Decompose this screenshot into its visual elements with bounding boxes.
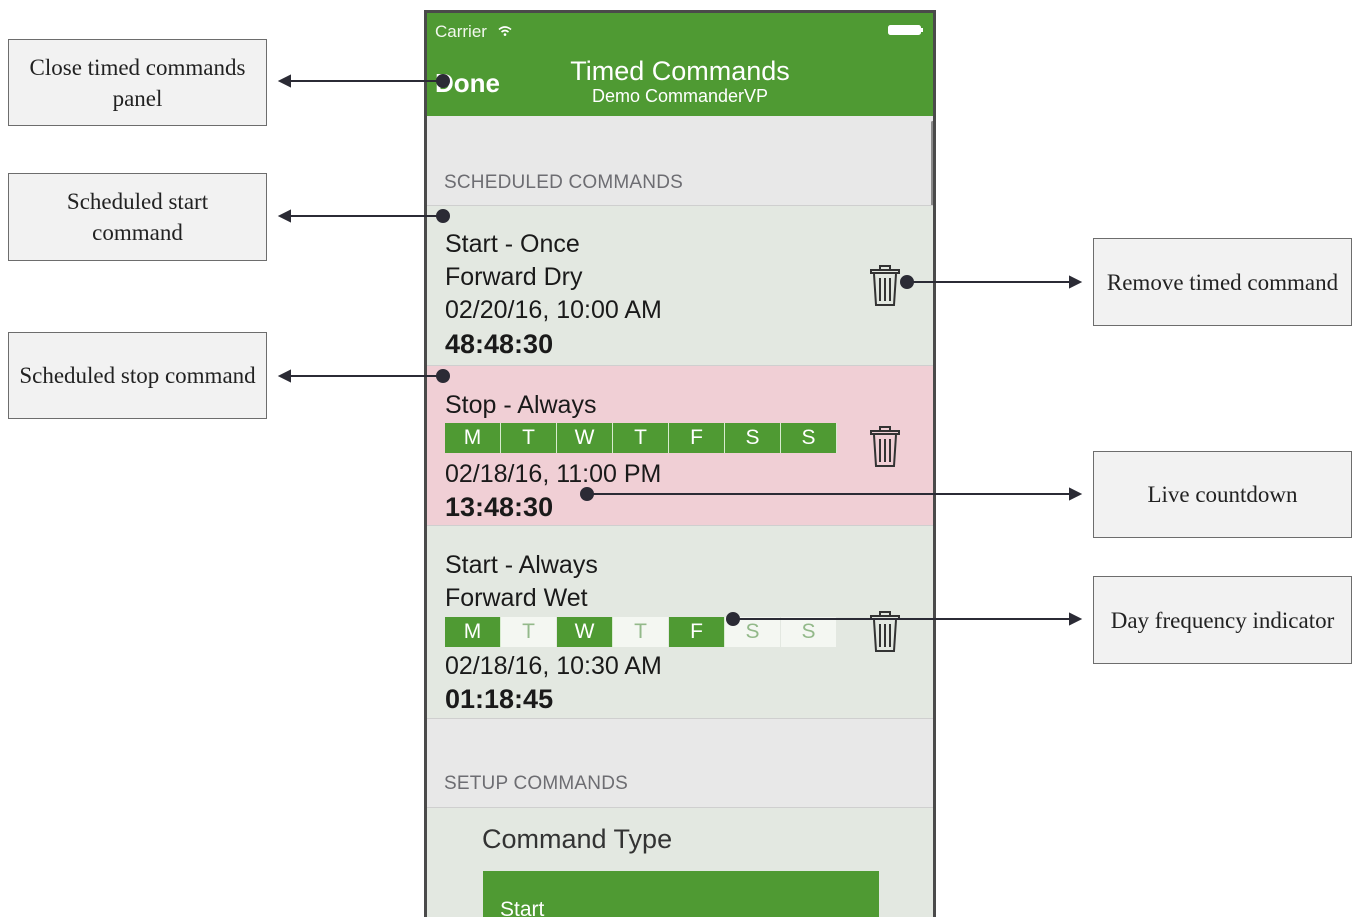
carrier-label: Carrier	[435, 22, 487, 41]
wifi-icon	[498, 26, 512, 36]
day-cell: F	[669, 617, 725, 647]
scheduled-command-row[interactable]: Start - Once Forward Dry 02/20/16, 10:00…	[427, 206, 933, 366]
status-bar: Carrier	[435, 22, 512, 42]
callout-remove-command: Remove timed command	[1093, 238, 1352, 326]
day-cell: M	[445, 423, 501, 453]
day-cell: M	[445, 617, 501, 647]
section-header-setup: SETUP COMMANDS	[444, 773, 629, 794]
callout-scheduled-start: Scheduled start command	[8, 173, 267, 261]
command-countdown: 01:18:45	[445, 684, 554, 714]
day-cell: S	[781, 617, 837, 647]
command-type-selector[interactable]: Start	[483, 871, 879, 917]
day-cell: W	[557, 617, 613, 647]
trash-icon[interactable]	[869, 611, 901, 653]
phone-screen: Carrier Done Timed Commands Demo Command…	[424, 10, 936, 917]
trash-icon[interactable]	[869, 265, 901, 307]
command-datetime: 02/18/16, 11:00 PM	[445, 460, 662, 488]
day-cell: T	[501, 423, 557, 453]
trash-icon[interactable]	[869, 426, 901, 468]
battery-icon	[888, 25, 923, 35]
command-title: Start - Once	[445, 230, 580, 258]
page-title: Timed Commands	[570, 56, 790, 86]
callout-live-countdown: Live countdown	[1093, 451, 1352, 538]
day-cell: S	[725, 617, 781, 647]
command-title: Start - Always	[445, 551, 598, 579]
callout-scheduled-stop: Scheduled stop command	[8, 332, 267, 419]
day-cell: S	[781, 423, 837, 453]
scheduled-command-row[interactable]: Stop - Always M T W T F S S 02/18/16, 11…	[427, 366, 933, 526]
command-title: Stop - Always	[445, 391, 597, 419]
section-header-scheduled: SCHEDULED COMMANDS	[444, 172, 684, 193]
navigation-bar: Carrier Done Timed Commands Demo Command…	[427, 13, 933, 116]
day-cell: W	[557, 423, 613, 453]
day-frequency-indicator: M T W T F S S	[445, 423, 837, 453]
callout-close-panel: Close timed commands panel	[8, 39, 267, 126]
command-datetime: 02/20/16, 10:00 AM	[445, 296, 662, 324]
command-detail: Forward Dry	[445, 263, 583, 291]
page-subtitle: Demo CommanderVP	[591, 86, 769, 106]
command-type-label: Command Type	[482, 824, 673, 854]
command-type-value: Start	[500, 898, 545, 917]
callout-day-frequency: Day frequency indicator	[1093, 576, 1352, 664]
command-detail: Forward Wet	[445, 584, 588, 612]
day-cell: T	[501, 617, 557, 647]
command-countdown: 48:48:30	[445, 329, 554, 359]
scheduled-command-row[interactable]: Start - Always Forward Wet M T W T F S S…	[427, 526, 933, 719]
day-cell: T	[613, 617, 669, 647]
day-cell: T	[613, 423, 669, 453]
day-cell: S	[725, 423, 781, 453]
command-countdown: 13:48:30	[445, 492, 554, 522]
day-frequency-indicator: M T W T F S S	[445, 617, 837, 647]
command-datetime: 02/18/16, 10:30 AM	[445, 652, 662, 680]
day-cell: F	[669, 423, 725, 453]
